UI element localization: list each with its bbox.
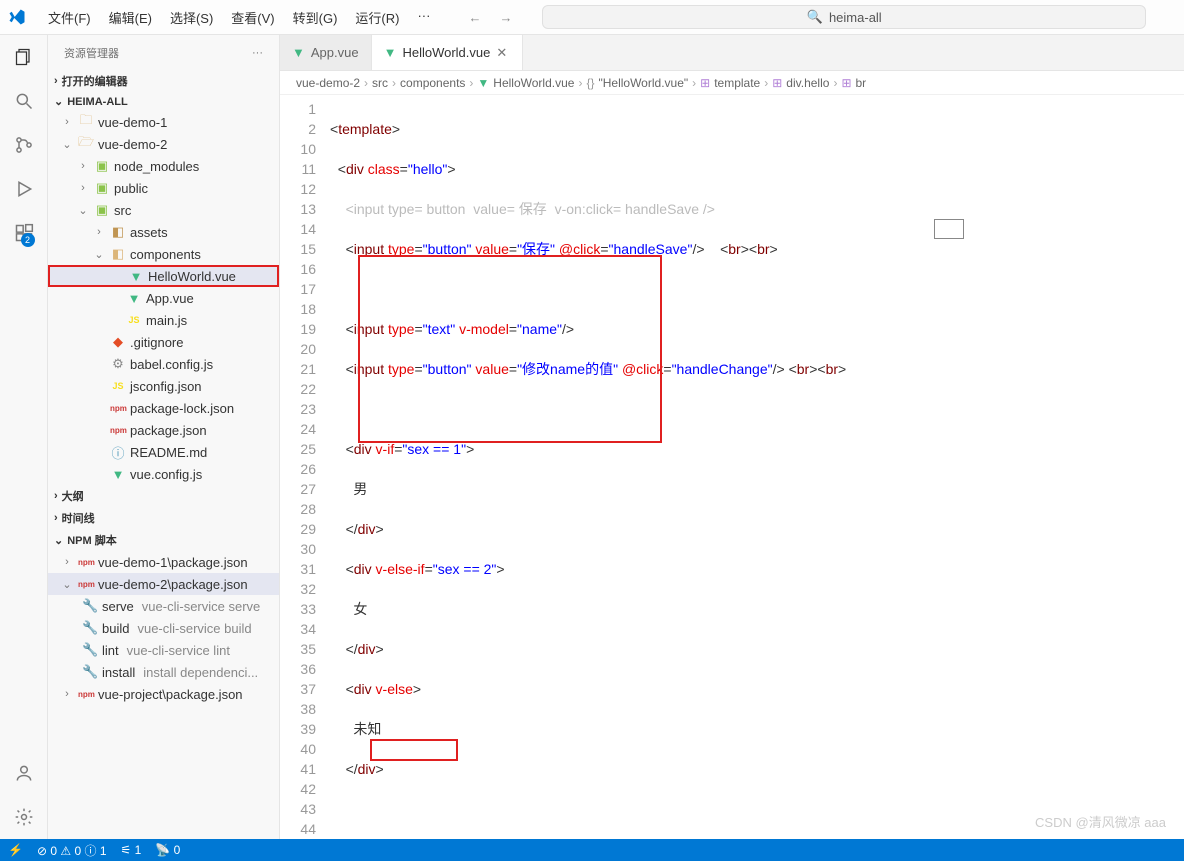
tree-file-gitignore[interactable]: ◆.gitignore [48, 331, 279, 353]
tree-file-helloworld[interactable]: ▼HelloWorld.vue [48, 265, 279, 287]
npm-script-serve[interactable]: 🔧servevue-cli-service serve [48, 595, 279, 617]
bc-item[interactable]: HelloWorld.vue [493, 76, 574, 90]
highlight-box-2 [370, 739, 458, 761]
file-tree: ›🗀vue-demo-1 ⌄🗁vue-demo-2 ›▣node_modules… [48, 111, 279, 485]
nav-forward-icon[interactable]: → [499, 10, 512, 25]
code-editor[interactable]: 1210111213141516171819202122232425262728… [280, 95, 1184, 839]
code-body[interactable]: <template> <div class="hello"> <input ty… [330, 95, 846, 839]
main-menu: 文件(F) 编辑(E) 选择(S) 查看(V) 转到(G) 运行(R) ··· [40, 4, 438, 31]
menu-file[interactable]: 文件(F) [40, 4, 99, 31]
npm-pkg3[interactable]: ›npmvue-project\package.json [48, 683, 279, 705]
timeline-section[interactable]: ›时间线 [48, 507, 279, 529]
tab-helloworld[interactable]: ▼HelloWorld.vue✕ [372, 35, 524, 70]
menu-edit[interactable]: 编辑(E) [101, 4, 160, 31]
menu-view[interactable]: 查看(V) [223, 4, 282, 31]
sidebar-more-icon[interactable]: ··· [252, 47, 263, 59]
menu-select[interactable]: 选择(S) [162, 4, 221, 31]
menu-run[interactable]: 运行(R) [347, 4, 407, 31]
tree-folder-vue-demo-1[interactable]: ›🗀vue-demo-1 [48, 111, 279, 133]
menu-goto[interactable]: 转到(G) [285, 4, 346, 31]
outline-section[interactable]: ›大纲 [48, 485, 279, 507]
line-gutter: 1210111213141516171819202122232425262728… [280, 95, 330, 839]
bc-item[interactable]: div.hello [786, 76, 829, 90]
source-control-icon[interactable] [0, 133, 41, 157]
account-icon[interactable] [0, 761, 41, 785]
extensions-badge: 2 [21, 233, 35, 247]
tree-file-vueconfig[interactable]: ▼vue.config.js [48, 463, 279, 485]
titlebar: 文件(F) 编辑(E) 选择(S) 查看(V) 转到(G) 运行(R) ··· … [0, 0, 1184, 35]
npm-script-install[interactable]: 🔧installinstall dependenci... [48, 661, 279, 683]
status-errors[interactable]: ⊘ 0 ⚠ 0 ⓘ 1 [37, 842, 107, 859]
tree-file-jsconfig[interactable]: JSjsconfig.json [48, 375, 279, 397]
tree-file-pkg[interactable]: npmpackage.json [48, 419, 279, 441]
npm-script-build[interactable]: 🔧buildvue-cli-service build [48, 617, 279, 639]
npm-scripts-section[interactable]: ⌄NPM 脚本 [48, 529, 279, 551]
tree-file-babel[interactable]: ⚙babel.config.js [48, 353, 279, 375]
bc-item[interactable]: src [372, 76, 388, 90]
editor-pane: ▼App.vue ▼HelloWorld.vue✕ vue-demo-2› sr… [280, 35, 1184, 839]
tree-file-readme[interactable]: ⓘREADME.md [48, 441, 279, 463]
activity-bar: 2 [0, 35, 48, 839]
vscode-logo-icon [8, 8, 26, 26]
bc-item[interactable]: vue-demo-2 [296, 76, 360, 90]
remote-icon[interactable]: ⚡ [8, 843, 23, 857]
status-git[interactable]: ⚟ 1 [121, 843, 142, 857]
npm-scripts-tree: ›npmvue-demo-1\package.json ⌄npmvue-demo… [48, 551, 279, 705]
debug-icon[interactable] [0, 177, 41, 201]
bc-item[interactable]: br [856, 76, 867, 90]
npm-script-lint[interactable]: 🔧lintvue-cli-service lint [48, 639, 279, 661]
editor-tabs: ▼App.vue ▼HelloWorld.vue✕ [280, 35, 1184, 71]
tree-folder-src[interactable]: ⌄▣src [48, 199, 279, 221]
tree-folder-components[interactable]: ⌄◧components [48, 243, 279, 265]
status-broadcast[interactable]: 📡 0 [155, 843, 180, 857]
open-editors-section[interactable]: ›打开的编辑器 [48, 70, 279, 92]
tree-file-appvue[interactable]: ▼App.vue [48, 287, 279, 309]
sidebar-header: 资源管理器 ··· [48, 35, 279, 70]
search-icon: 🔍 [807, 9, 823, 25]
cursor-box [934, 219, 964, 239]
tab-appvue[interactable]: ▼App.vue [280, 35, 372, 70]
bc-item[interactable]: "HelloWorld.vue" [598, 76, 688, 90]
tree-folder-vue-demo-2[interactable]: ⌄🗁vue-demo-2 [48, 133, 279, 155]
tree-file-pkglock[interactable]: npmpackage-lock.json [48, 397, 279, 419]
search-activity-icon[interactable] [0, 89, 41, 113]
search-text: heima-all [829, 10, 882, 25]
menu-more[interactable]: ··· [409, 4, 438, 31]
npm-pkg2[interactable]: ⌄npmvue-demo-2\package.json [48, 573, 279, 595]
tree-folder-public[interactable]: ›▣public [48, 177, 279, 199]
statusbar: ⚡ ⊘ 0 ⚠ 0 ⓘ 1 ⚟ 1 📡 0 [0, 839, 1184, 861]
sidebar-title: 资源管理器 [64, 45, 119, 61]
bc-item[interactable]: template [714, 76, 760, 90]
tree-folder-node-modules[interactable]: ›▣node_modules [48, 155, 279, 177]
sidebar: 资源管理器 ··· ›打开的编辑器 ⌄HEIMA-ALL ›🗀vue-demo-… [48, 35, 280, 839]
npm-pkg1[interactable]: ›npmvue-demo-1\package.json [48, 551, 279, 573]
nav-back-icon[interactable]: ← [468, 10, 481, 25]
tree-folder-assets[interactable]: ›◧assets [48, 221, 279, 243]
breadcrumbs[interactable]: vue-demo-2› src› components› ▼HelloWorld… [280, 71, 1184, 95]
extensions-icon[interactable]: 2 [0, 221, 41, 245]
settings-icon[interactable] [0, 805, 41, 829]
close-icon[interactable]: ✕ [496, 45, 510, 61]
bc-item[interactable]: components [400, 76, 465, 90]
command-center[interactable]: 🔍 heima-all [542, 5, 1146, 29]
workspace-section[interactable]: ⌄HEIMA-ALL [48, 92, 279, 111]
tree-file-mainjs[interactable]: JSmain.js [48, 309, 279, 331]
explorer-icon[interactable] [0, 45, 41, 69]
nav-arrows: ← → [468, 10, 512, 25]
